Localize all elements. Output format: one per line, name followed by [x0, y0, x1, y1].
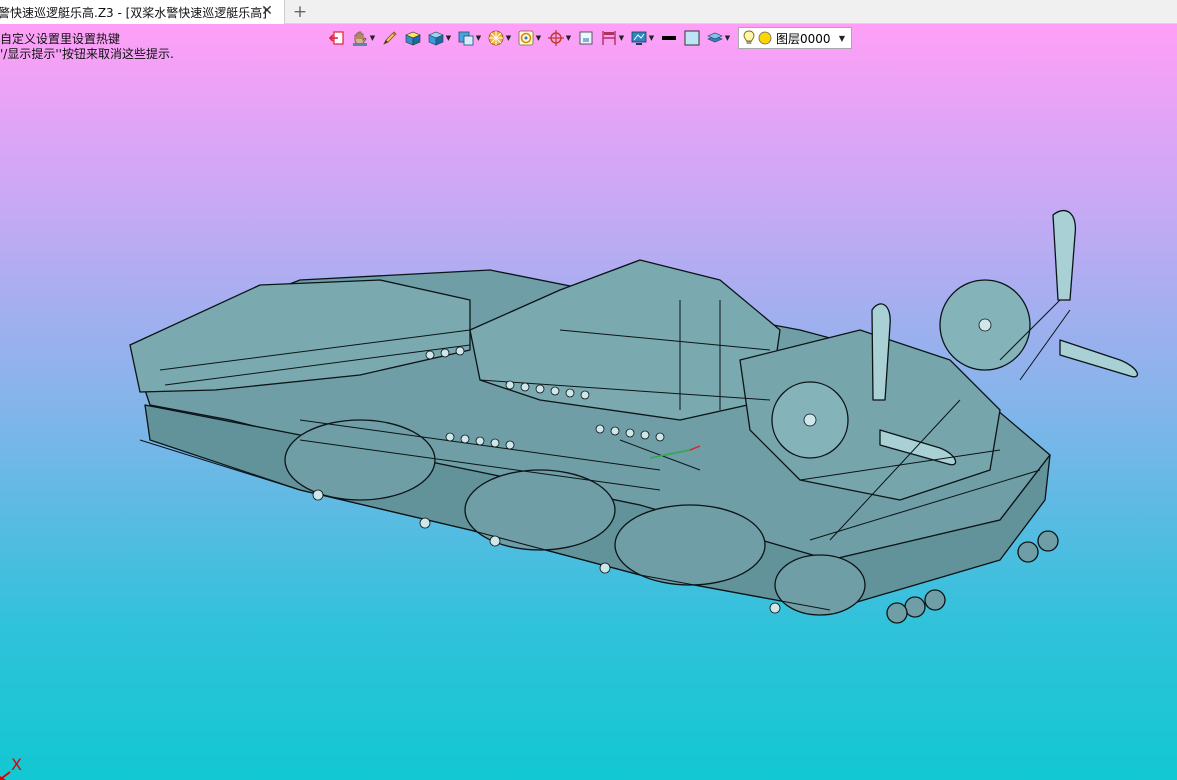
- axis-x-label: X: [11, 755, 22, 774]
- rear-pin: [1037, 530, 1059, 552]
- boat-model[interactable]: [0, 24, 1177, 780]
- rear-pin: [1017, 541, 1039, 563]
- propeller-blade: [1052, 210, 1077, 301]
- rear-pin: [924, 589, 946, 611]
- propeller-blade: [1059, 339, 1139, 378]
- pontoon: [774, 554, 866, 616]
- document-tab-bar: 警快速巡逻艇乐高.Z3 - [双桨水警快速巡逻艇乐高] ✕ +: [0, 0, 1177, 24]
- rear-pin: [904, 596, 926, 618]
- pontoon: [614, 504, 766, 586]
- document-tab[interactable]: 警快速巡逻艇乐高.Z3 - [双桨水警快速巡逻艇乐高] ✕: [0, 0, 285, 24]
- add-tab-icon[interactable]: +: [292, 3, 308, 21]
- rear-pin: [886, 602, 908, 624]
- document-tab-title: 警快速巡逻艇乐高.Z3 - [双桨水警快速巡逻艇乐高]: [0, 5, 267, 20]
- pontoon: [464, 469, 616, 551]
- close-icon[interactable]: ✕: [260, 4, 274, 18]
- pontoon: [284, 419, 436, 501]
- viewport-3d[interactable]: 自定义设置里设置热键 '/显示提示''按钮来取消这些提示. ▼ ▼ ▼ ▼ ▼ …: [0, 24, 1177, 780]
